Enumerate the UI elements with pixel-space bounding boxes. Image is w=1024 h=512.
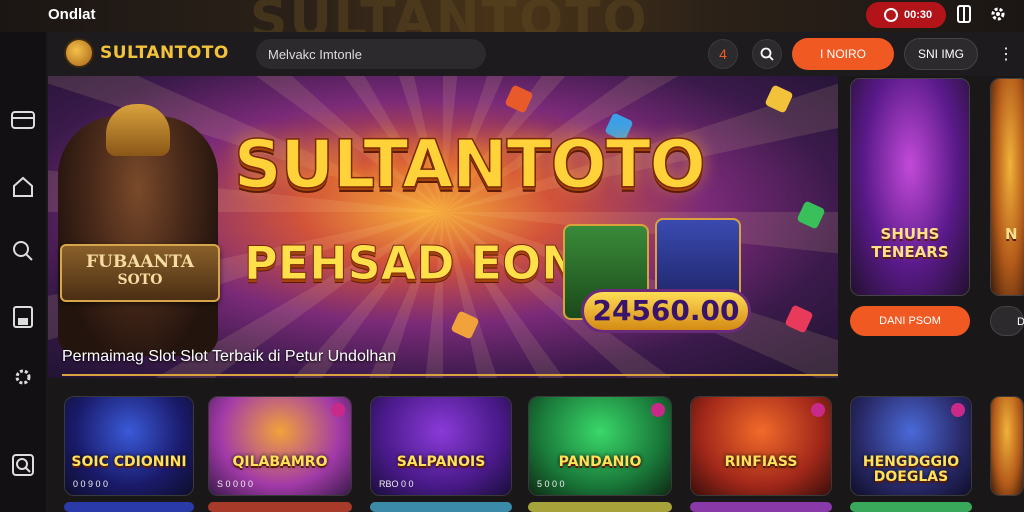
timer-text: 00:30 bbox=[904, 9, 933, 21]
game-thumbnail[interactable]: HENGDGGIO DOEGLAS bbox=[850, 396, 972, 496]
search-icon bbox=[760, 47, 774, 61]
gear-icon[interactable] bbox=[988, 5, 1008, 25]
zoom-icon[interactable] bbox=[11, 454, 35, 478]
settings-icon[interactable] bbox=[11, 366, 35, 390]
hero-caption: Permaimag Slot Slot Terbaik di Petur Und… bbox=[62, 348, 397, 365]
side-card-title: SHUHS TENEARS bbox=[871, 225, 949, 261]
card-art bbox=[991, 79, 1024, 295]
helmet-art bbox=[106, 104, 170, 156]
side-game-card[interactable]: SHUHS TENEARS bbox=[850, 78, 970, 296]
hero-subtitle: PEHSAD EONS bbox=[244, 236, 614, 291]
home-icon[interactable] bbox=[11, 176, 35, 200]
game-title: SOIC CDIONINI bbox=[71, 454, 187, 470]
favorite-badge[interactable] bbox=[951, 403, 965, 417]
warrior-character bbox=[58, 104, 218, 356]
card-icon[interactable] bbox=[11, 110, 35, 134]
banner-line-2: SOTO bbox=[117, 272, 163, 288]
card-art bbox=[851, 79, 969, 295]
favorite-badge[interactable] bbox=[651, 403, 665, 417]
next-row-thumbnail[interactable] bbox=[208, 502, 352, 512]
hero-divider bbox=[62, 374, 838, 376]
game-thumbnail[interactable]: SALPANOIS RBO 0 0 bbox=[370, 396, 512, 496]
game-title: PANDANIO bbox=[558, 454, 642, 470]
hero-banner[interactable]: FUBAANTA SOTO SULTANTOTO PEHSAD EONS 245… bbox=[48, 76, 838, 378]
header-bar: SULTANTOTO 4 I NOIRO SNI IMG ⋮ bbox=[48, 32, 1024, 76]
game-thumbnail[interactable]: SOIC CDIONINI 0 0 9 0 0 bbox=[64, 396, 194, 496]
bookmark-icon[interactable] bbox=[954, 5, 974, 25]
jackpot-amount: 24560.00 bbox=[581, 289, 751, 333]
login-button[interactable]: I NOIRO bbox=[792, 38, 894, 70]
search-input[interactable] bbox=[256, 39, 486, 69]
signup-button[interactable]: SNI IMG bbox=[904, 38, 978, 70]
game-thumbnail[interactable]: QILABAMRO S 0 0 0 0 bbox=[208, 396, 352, 496]
brand-logo[interactable]: SULTANTOTO bbox=[64, 38, 229, 68]
next-row-thumbnail[interactable] bbox=[850, 502, 972, 512]
more-icon[interactable]: ⋮ bbox=[998, 44, 1014, 64]
search-button[interactable] bbox=[752, 39, 782, 69]
save-icon[interactable] bbox=[11, 306, 35, 330]
game-subtitle: 5 0 0 0 bbox=[537, 479, 565, 489]
notification-count: 4 bbox=[719, 46, 727, 62]
game-title: SALPANOIS bbox=[396, 454, 486, 470]
thumbnail-art bbox=[691, 397, 831, 495]
notification-button[interactable]: 4 bbox=[708, 39, 738, 69]
timer-badge[interactable]: 00:30 bbox=[866, 2, 946, 28]
favorite-badge[interactable] bbox=[331, 403, 345, 417]
side-game-card[interactable]: N bbox=[990, 78, 1024, 296]
side-card-title: N bbox=[1005, 225, 1018, 243]
next-row-thumbnail[interactable] bbox=[690, 502, 832, 512]
hero-banner-plate: FUBAANTA SOTO bbox=[60, 244, 220, 302]
next-row-thumbnail[interactable] bbox=[528, 502, 672, 512]
app-label: Ondlat bbox=[48, 6, 96, 23]
game-title: RINFIASS bbox=[724, 454, 798, 470]
clock-icon bbox=[884, 8, 898, 22]
banner-line-1: FUBAANTA bbox=[85, 252, 195, 272]
game-title: HENGDGGIO DOEGLAS bbox=[862, 454, 960, 485]
next-row-thumbnail[interactable] bbox=[370, 502, 512, 512]
next-row-thumbnail[interactable] bbox=[64, 502, 194, 512]
side-card-button[interactable]: DANI PSOM bbox=[850, 306, 970, 336]
side-card-button[interactable]: D bbox=[990, 306, 1024, 336]
game-title: QILABAMRO bbox=[232, 454, 328, 470]
side-rail bbox=[0, 32, 46, 512]
search-icon[interactable] bbox=[11, 240, 35, 264]
hero-title: SULTANTOTO bbox=[233, 125, 706, 204]
top-strip: SULTANTOTO Ondlat 00:30 bbox=[0, 0, 1024, 50]
game-subtitle: 0 0 9 0 0 bbox=[73, 479, 109, 489]
game-subtitle: RBO 0 0 bbox=[379, 479, 414, 489]
game-thumbnail[interactable] bbox=[990, 396, 1024, 496]
thumbnail-art bbox=[991, 397, 1023, 495]
favorite-badge[interactable] bbox=[811, 403, 825, 417]
game-subtitle: S 0 0 0 0 bbox=[217, 479, 254, 489]
game-thumbnail[interactable]: PANDANIO 5 0 0 0 bbox=[528, 396, 672, 496]
game-thumbnail[interactable]: RINFIASS bbox=[690, 396, 832, 496]
brand-name: SULTANTOTO bbox=[100, 43, 229, 63]
logo-icon bbox=[64, 38, 94, 68]
